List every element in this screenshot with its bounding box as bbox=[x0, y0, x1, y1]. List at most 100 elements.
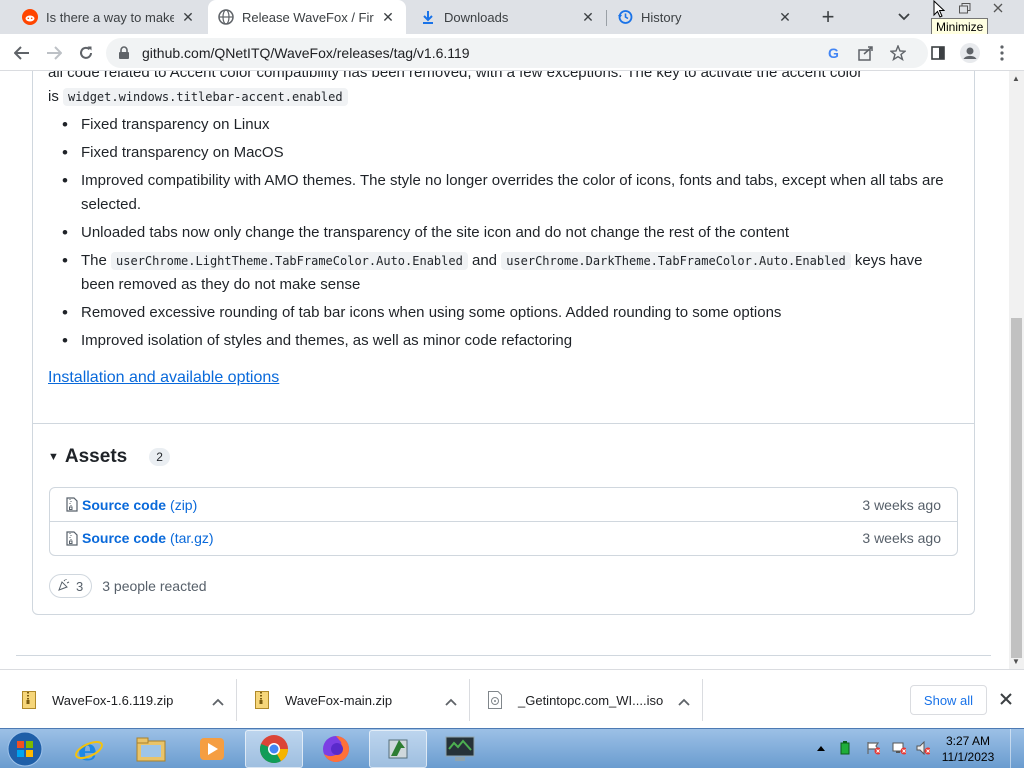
new-tab-plus-icon[interactable]: + bbox=[816, 4, 840, 29]
close-icon[interactable]: ✕ bbox=[380, 9, 396, 25]
close-icon[interactable] bbox=[998, 691, 1014, 707]
hooray-emoji-icon bbox=[58, 578, 70, 594]
lock-icon[interactable] bbox=[118, 46, 130, 63]
side-panel-icon[interactable] bbox=[926, 41, 950, 65]
list-item: Fixed transparency on Linux bbox=[48, 113, 958, 137]
network-icon[interactable] bbox=[892, 741, 906, 755]
scrollbar-thumb[interactable] bbox=[1011, 318, 1022, 658]
asset-ext[interactable]: (zip) bbox=[170, 497, 197, 513]
zip-archive-icon bbox=[255, 691, 271, 709]
browser-toolbar: github.com/QNetITQ/WaveFox/releases/tag/… bbox=[0, 34, 1024, 71]
divider bbox=[16, 655, 991, 656]
media-player-icon[interactable] bbox=[183, 730, 241, 768]
back-arrow-icon[interactable] bbox=[10, 41, 34, 65]
google-translate-icon[interactable]: G bbox=[825, 44, 843, 62]
clock-date: 11/1/2023 bbox=[941, 750, 995, 764]
assets-title: Assets bbox=[64, 446, 128, 467]
file-explorer-icon[interactable] bbox=[122, 730, 180, 768]
chevron-up-icon[interactable] bbox=[445, 694, 457, 709]
action-center-flag-icon[interactable] bbox=[866, 741, 880, 755]
download-item[interactable]: _Getintopc.com_WI....iso bbox=[488, 679, 700, 721]
tab-history[interactable]: History ✕ bbox=[607, 0, 803, 34]
internet-explorer-icon[interactable]: e bbox=[60, 730, 118, 768]
restore-icon[interactable] bbox=[957, 0, 973, 16]
clock-time: 3:27 AM bbox=[945, 734, 991, 748]
vertical-scrollbar[interactable]: ▲ ▼ bbox=[1009, 71, 1024, 669]
list-item: Unloaded tabs now only change the transp… bbox=[48, 221, 958, 245]
firefox-icon[interactable] bbox=[307, 730, 365, 768]
share-icon[interactable] bbox=[857, 44, 875, 62]
download-separator bbox=[469, 679, 470, 721]
divider bbox=[33, 423, 974, 424]
scroll-up-icon[interactable]: ▲ bbox=[1012, 74, 1020, 83]
chevron-up-icon[interactable] bbox=[678, 694, 690, 709]
show-hidden-icons-icon[interactable] bbox=[814, 741, 828, 755]
chevron-up-icon[interactable] bbox=[212, 694, 224, 709]
release-notes-list: Fixed transparency on Linux Fixed transp… bbox=[48, 113, 958, 357]
tab-reddit[interactable]: Is there a way to make Fire ✕ bbox=[12, 0, 206, 34]
window-close-icon[interactable] bbox=[990, 0, 1006, 16]
show-all-button[interactable]: Show all bbox=[910, 685, 987, 715]
tab-label: History bbox=[641, 9, 682, 25]
scroll-down-icon[interactable]: ▼ bbox=[1012, 657, 1020, 666]
installation-options-link[interactable]: Installation and available options bbox=[48, 369, 279, 387]
volume-muted-icon[interactable] bbox=[916, 741, 930, 755]
download-filename: _Getintopc.com_WI....iso bbox=[518, 692, 664, 708]
asset-time: 3 weeks ago bbox=[862, 530, 941, 546]
keys-note-mid: and bbox=[471, 252, 498, 269]
close-icon[interactable]: ✕ bbox=[180, 9, 196, 25]
battery-icon[interactable] bbox=[838, 741, 852, 755]
download-separator bbox=[236, 679, 237, 721]
list-item: Removed excessive rounding of tab bar ic… bbox=[48, 301, 958, 325]
chrome-icon[interactable] bbox=[245, 730, 303, 768]
show-desktop-button[interactable] bbox=[1010, 729, 1024, 769]
profile-avatar-icon[interactable] bbox=[958, 41, 982, 65]
globe-icon bbox=[218, 9, 234, 25]
asset-row[interactable]: Source code (zip) 3 weeks ago bbox=[50, 488, 957, 521]
tab-release[interactable]: Release WaveFox / Firefox ✕ bbox=[208, 0, 406, 34]
kebab-menu-icon[interactable] bbox=[990, 41, 1014, 65]
chevron-down-icon[interactable] bbox=[895, 8, 913, 26]
tab-label: Release WaveFox / Firefox bbox=[242, 9, 374, 25]
url-text: github.com/QNetITQ/WaveFox/releases/tag/… bbox=[142, 45, 470, 61]
tab-strip: Is there a way to make Fire ✕ Release Wa… bbox=[0, 0, 1024, 36]
asset-name-link[interactable]: Source code bbox=[82, 497, 166, 513]
file-zip-icon bbox=[66, 497, 78, 512]
asset-ext[interactable]: (tar.gz) bbox=[170, 530, 214, 546]
tab-label: Is there a way to make Fire bbox=[46, 9, 174, 25]
address-bar[interactable]: github.com/QNetITQ/WaveFox/releases/tag/… bbox=[106, 38, 928, 68]
download-icon bbox=[420, 9, 436, 25]
release-note-is: is bbox=[48, 88, 59, 105]
download-item[interactable]: WaveFox-main.zip bbox=[255, 679, 467, 721]
reaction-button[interactable]: 3 bbox=[49, 574, 93, 598]
installer-icon[interactable] bbox=[369, 730, 427, 768]
close-icon[interactable]: ✕ bbox=[580, 9, 596, 25]
close-icon[interactable]: ✕ bbox=[777, 9, 793, 25]
release-note-partial-line: all code related to Accent color compati… bbox=[48, 71, 863, 81]
star-icon[interactable] bbox=[889, 44, 907, 62]
computer-monitor-icon[interactable] bbox=[431, 730, 489, 768]
reaction-count: 3 bbox=[76, 578, 84, 594]
keys-note-pre: The bbox=[81, 252, 107, 269]
system-clock[interactable]: 3:27 AM 11/1/2023 bbox=[938, 733, 998, 765]
asset-time: 3 weeks ago bbox=[862, 496, 941, 513]
forward-arrow-icon[interactable] bbox=[42, 41, 66, 65]
disc-image-icon bbox=[488, 691, 504, 709]
download-item[interactable]: WaveFox-1.6.119.zip bbox=[22, 679, 234, 721]
reactions-row: 3 3 people reacted bbox=[49, 574, 207, 598]
asset-row[interactable]: Source code (tar.gz) 3 weeks ago bbox=[50, 521, 957, 554]
history-icon bbox=[617, 9, 633, 25]
list-item: Fixed transparency on MacOS bbox=[48, 141, 958, 165]
list-item: Improved isolation of styles and themes,… bbox=[48, 329, 958, 353]
asset-name-link[interactable]: Source code bbox=[82, 530, 166, 546]
page-content: all code related to Accent color compati… bbox=[0, 71, 1009, 669]
assets-list: Source code (zip) 3 weeks ago Source cod… bbox=[49, 487, 958, 556]
tab-downloads[interactable]: Downloads ✕ bbox=[410, 0, 606, 34]
windows-taskbar: e 3:27 AM 11/1/2023 bbox=[0, 728, 1024, 769]
dark-theme-key-code: userChrome.DarkTheme.TabFrameColor.Auto.… bbox=[501, 252, 851, 270]
release-note-partial-line-2: is widget.windows.titlebar-accent.enable… bbox=[48, 85, 348, 109]
reload-icon[interactable] bbox=[74, 41, 98, 65]
start-button[interactable] bbox=[4, 730, 46, 768]
assets-header[interactable]: ▼ Assets 2 bbox=[48, 446, 170, 468]
people-reacted-text: 3 people reacted bbox=[102, 578, 207, 594]
